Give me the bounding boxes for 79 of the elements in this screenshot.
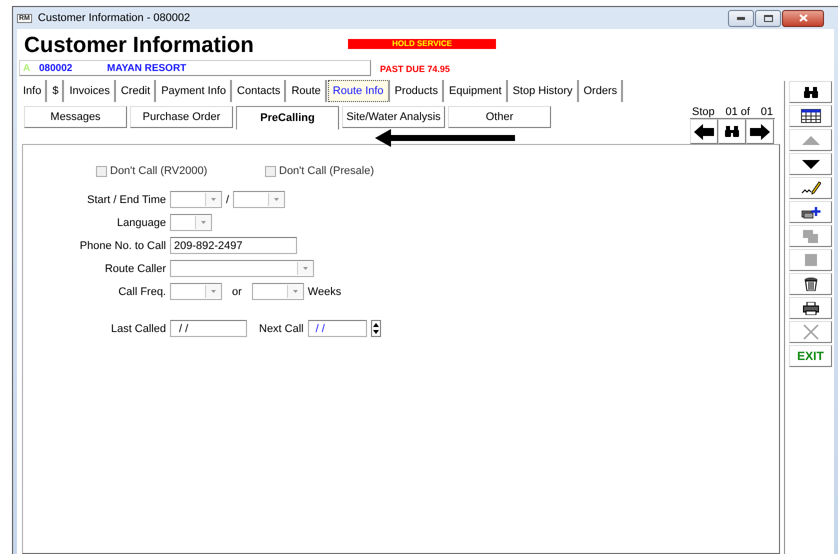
- subtab[interactable]: Site/Water Analysis: [342, 106, 445, 128]
- subtab[interactable]: Messages: [24, 106, 127, 128]
- stop-label: Stop: [692, 106, 715, 118]
- tab[interactable]: Payment Info: [157, 80, 232, 102]
- search-icon: [804, 86, 818, 98]
- toolbar-button[interactable]: [789, 153, 832, 175]
- field-label: Start / End Time: [86, 194, 166, 206]
- customer-id: 080002: [39, 62, 74, 74]
- trash-icon: [804, 277, 818, 291]
- minimize-icon: [737, 16, 745, 20]
- close-button[interactable]: [782, 10, 824, 26]
- up-arrow-icon: [802, 136, 820, 144]
- end-time-dropdown[interactable]: [233, 191, 286, 208]
- subtab[interactable]: Purchase Order: [130, 106, 233, 128]
- next-button[interactable]: [746, 119, 774, 144]
- maximize-button[interactable]: [755, 10, 781, 26]
- toolbar-button[interactable]: [789, 177, 832, 199]
- next-call-field[interactable]: / /: [308, 320, 367, 337]
- minimize-button[interactable]: [728, 10, 754, 26]
- tab[interactable]: Info: [19, 80, 48, 102]
- square-icon: [804, 254, 816, 266]
- field-label: Next Call: [259, 322, 304, 334]
- field-label: Phone No. to Call: [78, 240, 166, 252]
- call-frequency-dropdown[interactable]: [170, 283, 222, 300]
- field-label: Language: [116, 216, 166, 228]
- left-arrow-icon: [694, 124, 714, 140]
- customer-name: MAYAN RESORT: [107, 62, 186, 74]
- tab[interactable]: $: [48, 80, 64, 102]
- subtab[interactable]: PreCalling: [236, 106, 339, 130]
- stop-total: 01: [760, 106, 773, 118]
- tab[interactable]: Stop History: [508, 80, 578, 102]
- right-arrow-icon: [750, 124, 770, 140]
- tab[interactable]: Route Info: [328, 80, 390, 102]
- toolbar-button[interactable]: [789, 105, 832, 127]
- maximize-icon: [764, 14, 772, 22]
- binoculars-icon: [725, 126, 739, 137]
- signature-pencil-icon: [800, 181, 820, 195]
- hold-service-banner: HOLD SERVICE: [348, 39, 496, 49]
- add-icon: [800, 205, 820, 219]
- close-icon: [798, 14, 808, 22]
- toolbar-button[interactable]: [789, 297, 832, 319]
- route-caller-dropdown[interactable]: [170, 260, 314, 277]
- or-label: or: [232, 286, 242, 298]
- language-dropdown[interactable]: [170, 214, 212, 231]
- weeks-label: Weeks: [308, 286, 342, 298]
- exit-button[interactable]: EXIT: [789, 345, 832, 367]
- tab[interactable]: Credit: [116, 80, 156, 102]
- field-label: Route Caller: [104, 262, 166, 274]
- toolbar-button[interactable]: [789, 273, 832, 295]
- phone-field[interactable]: 209-892-2497: [170, 237, 297, 254]
- grid-icon: [800, 109, 820, 123]
- cross-icon: [802, 324, 818, 340]
- spin-down-icon: [372, 330, 379, 334]
- tab[interactable]: Equipment: [444, 80, 508, 102]
- toolbar-button[interactable]: [789, 81, 832, 103]
- find-button[interactable]: [718, 119, 746, 144]
- tab[interactable]: Orders: [580, 80, 624, 102]
- printer-icon: [802, 302, 818, 314]
- page-heading: Customer Information: [24, 32, 255, 58]
- time-separator: /: [226, 194, 230, 206]
- date-spinner[interactable]: [370, 320, 381, 337]
- down-arrow-icon: [802, 160, 820, 168]
- past-due-amount: PAST DUE 74.95: [380, 64, 450, 74]
- status-letter: A: [23, 62, 32, 74]
- weeks-dropdown[interactable]: [252, 283, 304, 300]
- previous-button[interactable]: [690, 119, 718, 144]
- pages-icon: [802, 230, 818, 242]
- last-called-field[interactable]: / /: [170, 320, 247, 337]
- start-time-dropdown[interactable]: [170, 191, 222, 208]
- tab[interactable]: Products: [390, 80, 444, 102]
- window-title: Customer Information - 080002: [38, 12, 192, 24]
- subtab[interactable]: Other: [448, 106, 551, 128]
- tab[interactable]: Contacts: [233, 80, 286, 102]
- toolbar-button[interactable]: [789, 201, 832, 223]
- spin-up-icon: [372, 322, 379, 327]
- tab[interactable]: Invoices: [65, 80, 116, 102]
- stop-current: 01 of: [725, 106, 750, 118]
- field-label: Call Freq.: [117, 286, 166, 298]
- field-label: Last Called: [110, 322, 166, 334]
